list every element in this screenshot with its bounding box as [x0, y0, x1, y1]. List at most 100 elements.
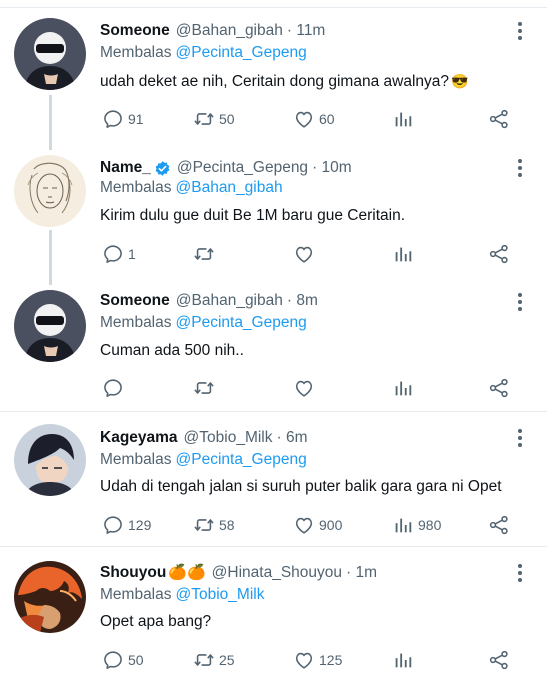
reply-button[interactable]: 91: [102, 106, 144, 132]
retweet-button[interactable]: 25: [193, 647, 235, 673]
author-handle[interactable]: @Hinata_Shouyou: [212, 562, 342, 584]
stats-button[interactable]: [392, 647, 418, 673]
reply-context: Membalas @Pecinta_Gepeng: [100, 312, 307, 334]
share-button[interactable]: [488, 375, 510, 401]
retweet-button[interactable]: [193, 375, 219, 401]
stats-button[interactable]: 980: [392, 512, 441, 538]
stats-icon: [392, 514, 414, 536]
reply-count: 91: [128, 111, 144, 127]
reply-button[interactable]: 50: [102, 647, 144, 673]
like-icon: [293, 108, 315, 130]
reply-count: 129: [128, 517, 152, 533]
author-name[interactable]: Name_: [100, 157, 151, 179]
reply-icon: [102, 243, 124, 265]
like-button[interactable]: 60: [293, 106, 335, 132]
avatar[interactable]: [14, 561, 86, 633]
tweet[interactable]: Kageyama @Tobio_Milk · 6m Membalas @Pecin…: [0, 411, 547, 546]
reply-icon: [102, 649, 124, 671]
reply-button[interactable]: [102, 375, 128, 401]
verified-icon: [155, 160, 170, 176]
like-button[interactable]: [293, 241, 319, 267]
orange-emoji: 🍊🍊: [168, 564, 206, 581]
reply-icon: [102, 108, 124, 130]
avatar[interactable]: [14, 155, 86, 227]
more-icon[interactable]: [517, 159, 523, 179]
reply-button[interactable]: 1: [102, 241, 136, 267]
like-icon: [293, 377, 315, 399]
stats-icon: [392, 377, 414, 399]
author-handle[interactable]: @Pecinta_Gepeng: [177, 157, 308, 179]
retweet-button[interactable]: 50: [193, 106, 235, 132]
retweet-button[interactable]: [193, 241, 219, 267]
reply-mention[interactable]: @Pecinta_Gepeng: [176, 451, 307, 468]
reply-prefix: Membalas: [100, 586, 172, 603]
reply-mention[interactable]: @Tobio_Milk: [176, 586, 265, 603]
like-count: 60: [319, 111, 335, 127]
tweet[interactable]: Name_ @Pecinta_Gepeng · 10m Membalas @Bah…: [0, 150, 547, 285]
reply-prefix: Membalas: [100, 451, 172, 468]
reply-prefix: Membalas: [100, 44, 172, 61]
tweet[interactable]: Someone @Bahan_gibah · 8m Membalas @Pecin…: [0, 285, 547, 410]
tweet-text: Opet apa bang?: [100, 613, 212, 630]
reply-context: Membalas @Tobio_Milk: [100, 584, 264, 606]
like-count: 125: [319, 652, 343, 668]
timestamp[interactable]: · 10m: [312, 157, 352, 179]
reply-mention[interactable]: @Pecinta_Gepeng: [176, 314, 307, 331]
reply-prefix: Membalas: [100, 179, 172, 196]
timestamp[interactable]: · 1m: [346, 562, 377, 584]
author-name[interactable]: Someone: [100, 290, 170, 312]
reply-count: 1: [128, 246, 136, 262]
avatar[interactable]: [14, 18, 86, 90]
retweet-icon: [193, 514, 215, 536]
tweet[interactable]: Someone @Bahan_gibah · 11m Membalas @Peci…: [0, 0, 547, 150]
tweet[interactable]: Shouyou 🍊🍊 @Hinata_Shouyou · 1m Membalas…: [0, 546, 547, 680]
stats-icon: [392, 649, 414, 671]
avatar[interactable]: [14, 290, 86, 362]
stats-button[interactable]: [392, 375, 418, 401]
like-button[interactable]: [293, 375, 319, 401]
stats-icon: [392, 243, 414, 265]
more-icon[interactable]: [517, 22, 523, 42]
share-icon: [488, 243, 510, 265]
like-icon: [293, 514, 315, 536]
share-button[interactable]: [488, 512, 510, 538]
author-handle[interactable]: @Bahan_gibah: [176, 20, 283, 42]
like-button[interactable]: 900: [293, 512, 342, 538]
retweet-icon: [193, 377, 215, 399]
more-icon[interactable]: [517, 564, 523, 584]
like-count: 900: [319, 517, 343, 533]
more-icon[interactable]: [517, 429, 523, 449]
reply-context: Membalas @Bahan_gibah: [100, 177, 283, 199]
reply-context: Membalas @Pecinta_Gepeng: [100, 449, 307, 471]
reply-button[interactable]: 129: [102, 512, 151, 538]
more-icon[interactable]: [517, 293, 523, 313]
stats-button[interactable]: [392, 106, 418, 132]
share-button[interactable]: [488, 106, 510, 132]
reply-icon: [102, 514, 124, 536]
author-name[interactable]: Shouyou: [100, 562, 166, 584]
share-button[interactable]: [488, 241, 510, 267]
retweet-icon: [193, 108, 215, 130]
reply-prefix: Membalas: [100, 314, 172, 331]
author-handle[interactable]: @Bahan_gibah: [176, 290, 283, 312]
share-icon: [488, 377, 510, 399]
reply-mention[interactable]: @Pecinta_Gepeng: [176, 44, 307, 61]
like-button[interactable]: 125: [293, 647, 342, 673]
reply-mention[interactable]: @Bahan_gibah: [176, 179, 283, 196]
stats-button[interactable]: [392, 241, 418, 267]
author-name[interactable]: Someone: [100, 20, 170, 42]
like-icon: [293, 649, 315, 671]
author-name[interactable]: Kageyama: [100, 427, 178, 449]
avatar[interactable]: [14, 424, 86, 496]
timestamp[interactable]: · 8m: [287, 290, 318, 312]
share-button[interactable]: [488, 647, 510, 673]
tweet-text: Udah di tengah jalan si suruh puter bali…: [100, 478, 502, 495]
retweet-button[interactable]: 58: [193, 512, 235, 538]
author-handle[interactable]: @Tobio_Milk: [184, 427, 273, 449]
like-icon: [293, 243, 315, 265]
view-count: 980: [418, 517, 442, 533]
timestamp[interactable]: · 6m: [277, 427, 308, 449]
retweet-count: 25: [219, 652, 235, 668]
sunglasses-emoji: 😎: [451, 73, 469, 89]
timestamp[interactable]: · 11m: [287, 20, 325, 42]
